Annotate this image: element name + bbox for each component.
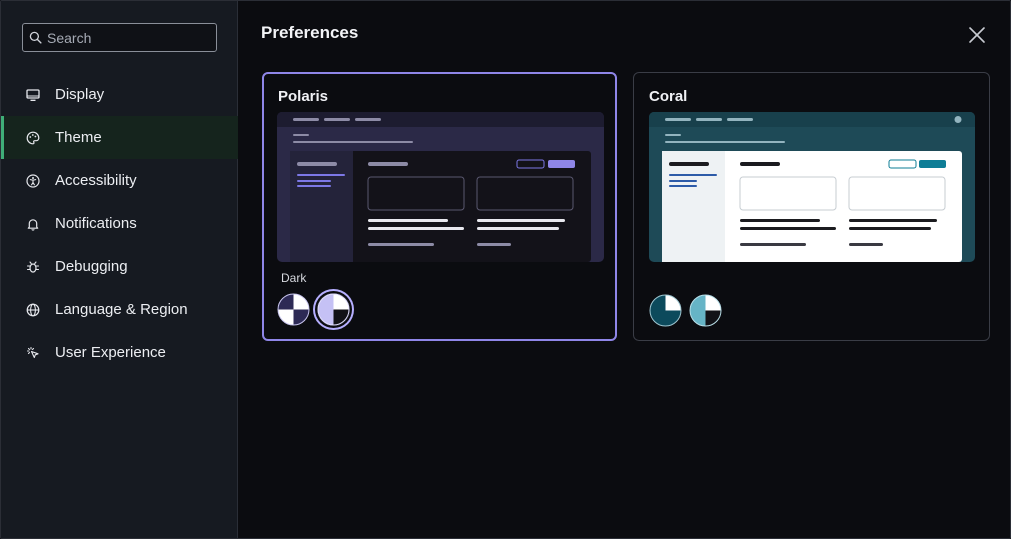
close-icon[interactable] [968, 26, 986, 44]
page-title: Preferences [261, 23, 359, 42]
sidebar-item-label: Debugging [55, 258, 128, 275]
variant-swatch-dark[interactable] [317, 293, 350, 326]
theme-name: Coral [649, 88, 688, 105]
theme-preview-coral [649, 112, 975, 262]
sidebar-item-notifications[interactable]: Notifications [1, 202, 238, 245]
sidebar-item-label: Notifications [55, 215, 137, 232]
variant-swatches [649, 294, 722, 327]
sidebar-item-accessibility[interactable]: Accessibility [1, 159, 238, 202]
theme-card-polaris[interactable]: Polaris Dark [262, 72, 617, 341]
main-panel: Preferences Polaris Dark Coral [239, 1, 1010, 538]
sidebar-nav: Display Theme Accessibility Notification… [1, 73, 238, 374]
sidebar-item-label: Display [55, 86, 105, 103]
bug-icon [26, 260, 40, 274]
variant-swatch-light[interactable] [277, 293, 310, 326]
search-icon [29, 31, 42, 44]
variant-label: Dark [281, 271, 307, 285]
search-box[interactable] [22, 23, 217, 52]
sidebar-item-label: User Experience [55, 344, 166, 361]
theme-name: Polaris [278, 88, 329, 105]
variant-swatches [277, 293, 350, 326]
globe-icon [26, 303, 40, 317]
sidebar-item-label: Accessibility [55, 172, 137, 189]
sidebar-item-theme[interactable]: Theme [1, 116, 238, 159]
variant-swatch-light[interactable] [649, 294, 682, 327]
preferences-window: Display Theme Accessibility Notification… [0, 0, 1011, 539]
pointer-icon [26, 346, 40, 360]
theme-card-coral[interactable]: Coral [633, 72, 990, 341]
sidebar: Display Theme Accessibility Notification… [1, 1, 238, 538]
sidebar-item-language-region[interactable]: Language & Region [1, 288, 238, 331]
sidebar-item-label: Theme [55, 129, 102, 146]
sidebar-item-debugging[interactable]: Debugging [1, 245, 238, 288]
theme-preview-polaris [277, 112, 604, 262]
search-input[interactable] [47, 29, 207, 46]
accessibility-icon [26, 173, 40, 188]
monitor-icon [26, 88, 40, 102]
sidebar-item-display[interactable]: Display [1, 73, 238, 116]
variant-swatch-dark[interactable] [689, 294, 722, 327]
sidebar-item-user-experience[interactable]: User Experience [1, 331, 238, 374]
palette-icon [26, 131, 40, 145]
bell-icon [26, 217, 40, 231]
sidebar-item-label: Language & Region [55, 301, 188, 318]
